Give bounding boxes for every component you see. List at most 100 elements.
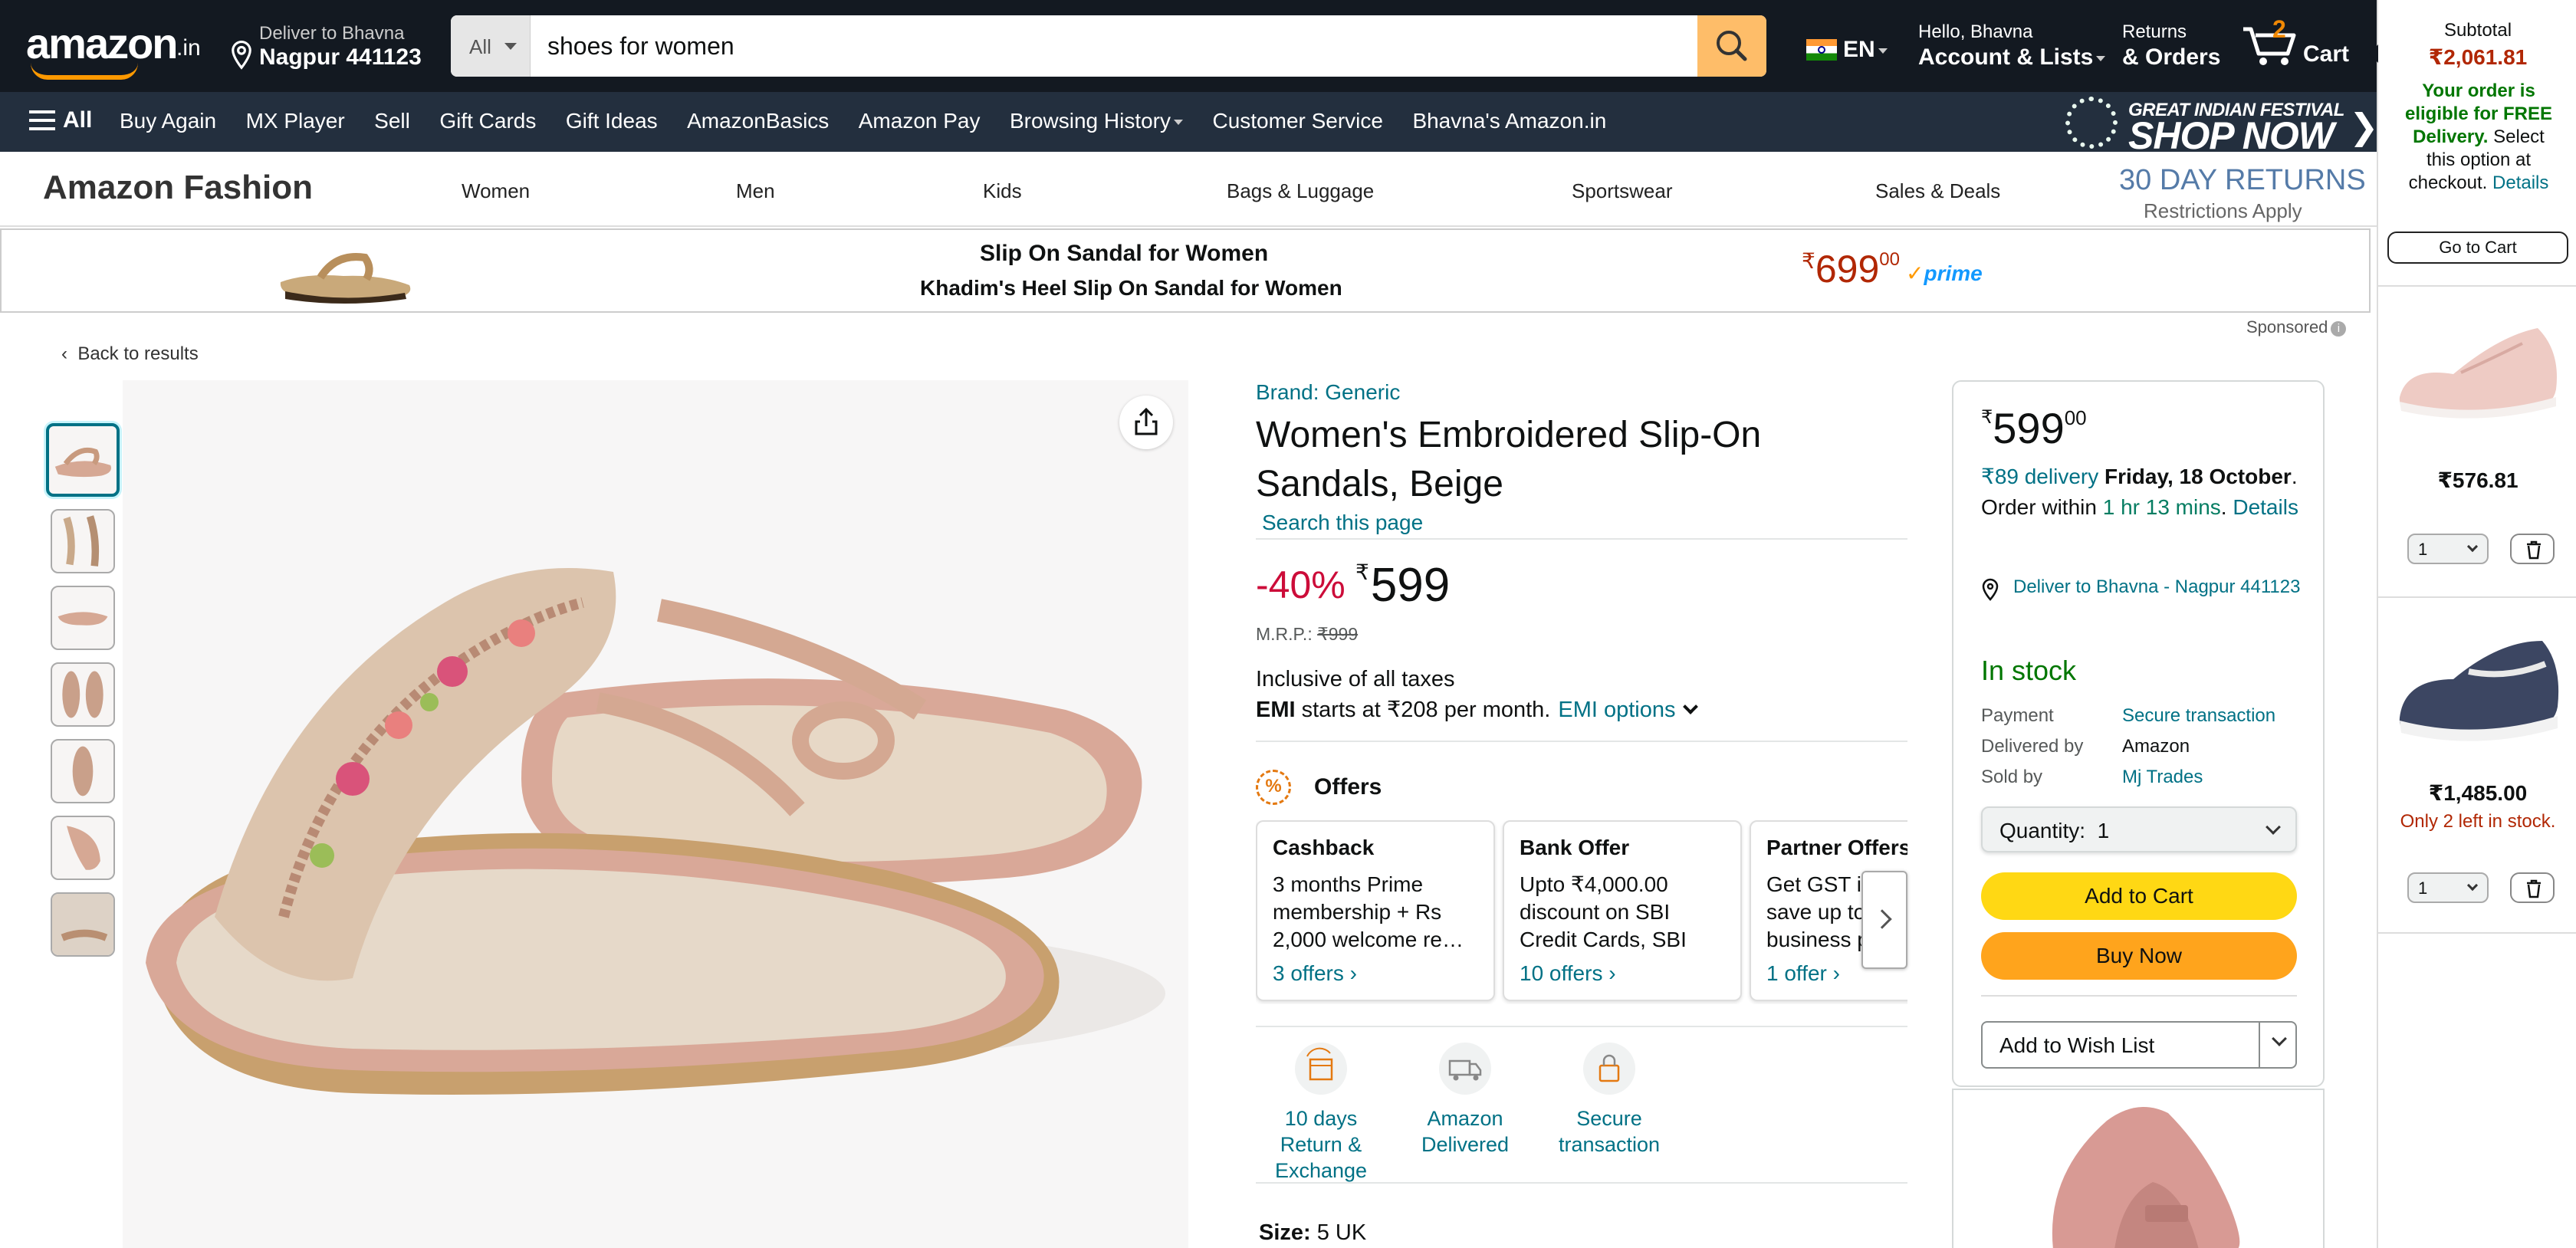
returns-and-orders[interactable]: Returns & Orders <box>2122 21 2220 71</box>
sponsored-banner[interactable]: Slip On Sandal for Women Khadim's Heel S… <box>0 228 2371 313</box>
share-button[interactable] <box>1119 396 1173 449</box>
festival-promo[interactable]: GREAT INDIAN FESTIVAL SHOP NOW ❯ <box>2065 95 2379 157</box>
caret-down-icon <box>1878 48 1888 54</box>
search-category-select[interactable]: All <box>451 15 531 77</box>
sandal-main-image <box>146 568 1165 1095</box>
caret-down-icon <box>1174 120 1184 125</box>
feature-amazon-delivered[interactable]: Amazon Delivered <box>1400 1043 1530 1158</box>
subnav-sell[interactable]: Sell <box>374 109 410 133</box>
amazon-logo[interactable]: amazon .in <box>26 17 210 80</box>
subnav-personal-store[interactable]: Bhavna's Amazon.in <box>1412 109 1606 133</box>
fashion-cat-men[interactable]: Men <box>736 179 775 203</box>
search-bar: All <box>451 15 1766 77</box>
thumbnail-2[interactable] <box>51 509 115 573</box>
fashion-cat-women[interactable]: Women <box>462 179 530 203</box>
subnav-mx-player[interactable]: MX Player <box>246 109 345 133</box>
language-selector[interactable]: EN <box>1806 37 1888 63</box>
divider <box>2378 596 2576 598</box>
thumbnail-3[interactable] <box>51 586 115 650</box>
back-to-results-link[interactable]: ‹ Back to results <box>61 343 199 365</box>
offer-percent-icon: % <box>1256 770 1291 805</box>
sandal-thumbnail-image <box>58 612 108 626</box>
delete-item-button[interactable] <box>2510 872 2555 903</box>
divider <box>1981 995 2297 997</box>
delivery-details-link[interactable]: Details <box>2233 495 2298 519</box>
chevron-down-icon[interactable] <box>1682 699 1698 714</box>
feature-label: 10 days Return & Exchange <box>1274 1107 1368 1182</box>
seller-link[interactable]: Mj Trades <box>2122 767 2203 788</box>
thumbnail-7[interactable] <box>51 892 115 957</box>
payment-value-link[interactable]: Secure transaction <box>2122 705 2275 727</box>
search-input[interactable] <box>531 15 1688 77</box>
fashion-cat-sportswear[interactable]: Sportswear <box>1572 179 1673 203</box>
cart-item-quantity-select[interactable]: 1 <box>2407 872 2489 903</box>
account-and-lists[interactable]: Hello, Bhavna Account & Lists <box>1918 21 2106 71</box>
sandal-thumbnail-image <box>72 746 94 796</box>
subnav-gift-cards[interactable]: Gift Cards <box>439 109 536 133</box>
chevron-down-icon[interactable] <box>2272 1031 2287 1046</box>
cart-count: 2 <box>2272 15 2286 43</box>
cart-item-image[interactable] <box>2392 626 2564 764</box>
all-menu-button[interactable]: All <box>29 107 92 133</box>
pink-loafer-image <box>2052 1107 2240 1248</box>
logo-suffix: .in <box>176 35 201 61</box>
offer-card[interactable]: Cashback 3 months Prime membership + Rs … <box>1256 820 1495 1001</box>
lock-icon <box>1583 1043 1635 1095</box>
sponsored-product-ad[interactable] <box>1952 1089 2325 1248</box>
brand-link[interactable]: Brand: Generic <box>1256 380 1400 405</box>
subnav-customer-service[interactable]: Customer Service <box>1212 109 1383 133</box>
cart-button[interactable]: 2 Cart <box>2242 14 2357 75</box>
subnav-browsing-history[interactable]: Browsing History <box>1010 109 1184 133</box>
emi-options-link[interactable]: EMI options <box>1558 698 1675 722</box>
returns-policy-title[interactable]: 30 DAY RETURNS <box>2119 164 2366 197</box>
cart-item-image[interactable] <box>2392 305 2564 443</box>
fashion-cat-sales[interactable]: Sales & Deals <box>1875 179 2000 203</box>
thumbnail-6[interactable] <box>51 816 115 880</box>
offer-body: Upto ₹4,000.00 discount on SBI Credit Ca… <box>1520 872 1687 951</box>
top-nav: amazon .in Deliver to Bhavna Nagpur 4411… <box>0 0 2377 92</box>
logo-smile-icon <box>31 63 138 80</box>
offer-link[interactable]: 10 offers › <box>1520 961 1725 986</box>
delete-item-button[interactable] <box>2510 534 2555 564</box>
offers-next-button[interactable] <box>1861 871 1907 969</box>
feature-returns[interactable]: 10 days Return & Exchange <box>1256 1043 1386 1184</box>
quantity-select[interactable]: Quantity: 1 <box>1981 806 2297 852</box>
buy-now-button[interactable]: Buy Now <box>1981 932 2297 980</box>
subnav-amazonbasics[interactable]: AmazonBasics <box>687 109 829 133</box>
offers-title: Offers <box>1314 774 1382 800</box>
festival-flower-icon <box>2065 97 2118 149</box>
fashion-cat-bags[interactable]: Bags & Luggage <box>1227 179 1374 203</box>
account-label: Account & Lists <box>1918 44 2094 70</box>
cart-item-quantity-select[interactable]: 1 <box>2407 534 2489 564</box>
sandal-thumbnail-image <box>63 515 100 567</box>
feature-secure-transaction[interactable]: Secure transaction <box>1544 1043 1674 1158</box>
search-button[interactable] <box>1697 15 1766 77</box>
go-to-cart-button[interactable]: Go to Cart <box>2387 232 2568 264</box>
low-stock-note: Only 2 left in stock. <box>2400 811 2556 832</box>
main-product-image[interactable] <box>123 380 1188 1248</box>
deliver-to-link[interactable]: Deliver to Bhavna - Nagpur 441123 <box>1981 573 2303 601</box>
free-delivery-details-link[interactable]: Details <box>2492 172 2548 193</box>
subnav-gift-ideas[interactable]: Gift Ideas <box>566 109 658 133</box>
thumbnail-1[interactable] <box>46 423 120 497</box>
all-menu-label: All <box>63 107 93 133</box>
logo-text: amazon <box>26 19 178 67</box>
sponsored-label[interactable]: Sponsored i <box>2246 317 2347 337</box>
sandal-thumbnail-image <box>67 826 100 870</box>
trash-icon <box>2527 540 2541 560</box>
offer-card[interactable]: Bank Offer Upto ₹4,000.00 discount on SB… <box>1503 820 1742 1001</box>
thumbnail-5[interactable] <box>51 739 115 803</box>
fashion-cat-kids[interactable]: Kids <box>983 179 1022 203</box>
thumbnail-4[interactable] <box>51 662 115 727</box>
search-this-page-link[interactable]: Search this page <box>1262 511 1423 535</box>
add-to-wish-list-button[interactable]: Add to Wish List <box>1981 1021 2297 1069</box>
subnav-buy-again[interactable]: Buy Again <box>120 109 216 133</box>
delivery-charge-link[interactable]: ₹89 delivery <box>1981 465 2098 488</box>
fashion-title[interactable]: Amazon Fashion <box>43 169 313 207</box>
tax-note: Inclusive of all taxes <box>1256 667 1455 691</box>
subnav-amazon-pay[interactable]: Amazon Pay <box>859 109 981 133</box>
banner-title: Slip On Sandal for Women <box>980 241 1269 266</box>
offer-link[interactable]: 3 offers › <box>1273 961 1478 986</box>
info-icon: i <box>2331 321 2347 337</box>
add-to-cart-button[interactable]: Add to Cart <box>1981 872 2297 920</box>
